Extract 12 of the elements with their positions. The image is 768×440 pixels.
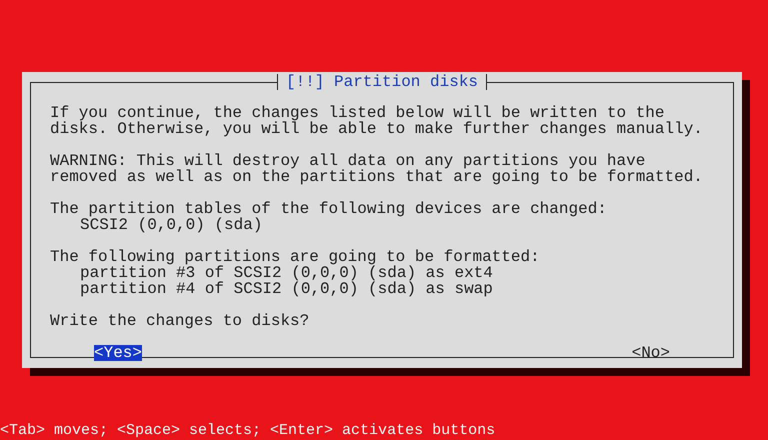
help-line: <Tab> moves; <Space> selects; <Enter> activates buttons <box>0 423 496 439</box>
message-text: The partition tables of the following devices are changed: <box>50 201 608 217</box>
message-text: Write the changes to disks? <box>50 313 310 329</box>
dialog-button[interactable]: <No> <box>632 345 670 361</box>
list-item: SCSI2 (0,0,0) (sda) <box>79 217 264 233</box>
message-text: WARNING: This will destroy all data on any partitions you have removed as well as on the partitions that are going to be formatted. <box>50 153 704 185</box>
list-item: partition #4 of SCSI2 (0,0,0) (sda) as swap <box>79 281 494 297</box>
dialog-button[interactable]: <Yes> <box>94 345 142 361</box>
list-item: partition #3 of SCSI2 (0,0,0) (sda) as ext4 <box>79 265 494 281</box>
dialog-title: [!!] Partition disks <box>276 74 488 90</box>
message-text: The following partitions are going to be formatted: <box>50 249 541 265</box>
message-text: If you continue, the changes listed below will be written to the disks. Otherwise, you will be able to make further changes manually. <box>50 105 704 137</box>
